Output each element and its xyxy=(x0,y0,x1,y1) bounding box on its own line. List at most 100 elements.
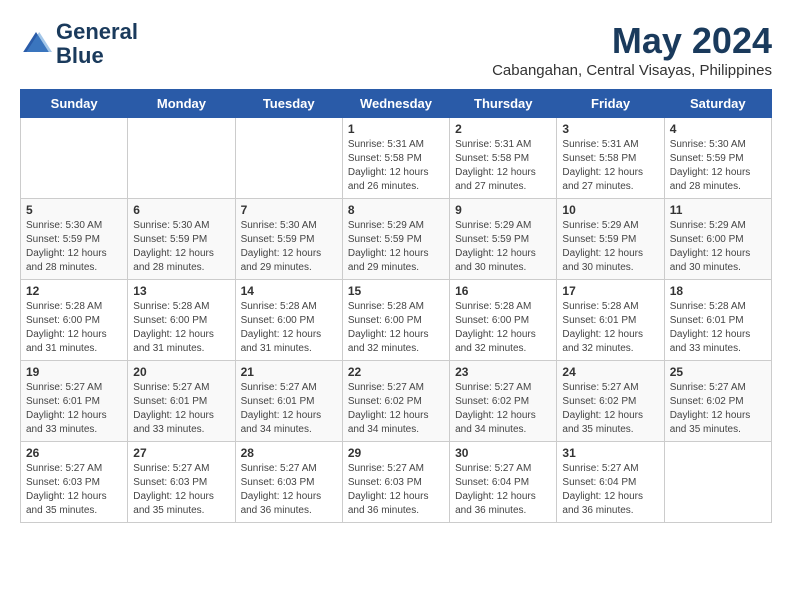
day-info: Sunrise: 5:31 AMSunset: 5:58 PMDaylight:… xyxy=(348,138,444,194)
calendar-cell: 19 Sunrise: 5:27 AMSunset: 6:01 PMDayligh… xyxy=(21,361,128,442)
calendar-cell: 29 Sunrise: 5:27 AMSunset: 6:03 PMDayligh… xyxy=(342,442,449,523)
calendar-cell: 11 Sunrise: 5:29 AMSunset: 6:00 PMDayligh… xyxy=(664,199,771,280)
day-number: 24 xyxy=(562,365,658,379)
day-number: 25 xyxy=(670,365,766,379)
logo: General Blue xyxy=(20,20,138,68)
col-header-saturday: Saturday xyxy=(664,90,771,118)
day-number: 23 xyxy=(455,365,551,379)
calendar-cell: 15Sunrise: 5:28 AMSunset: 6:00 PMDayligh… xyxy=(342,280,449,361)
day-number: 19 xyxy=(26,365,122,379)
calendar-cell xyxy=(128,118,235,199)
day-info: Sunrise: 5:31 AMSunset: 5:58 PMDaylight:… xyxy=(562,138,658,194)
day-number: 14 xyxy=(241,284,337,298)
calendar-cell xyxy=(21,118,128,199)
day-number: 5 xyxy=(26,203,122,217)
day-info: Sunrise: 5:28 AMSunset: 6:00 PMDaylight:… xyxy=(26,300,122,356)
day-number: 30 xyxy=(455,446,551,460)
day-number: 28 xyxy=(241,446,337,460)
calendar-cell: 30Sunrise: 5:27 AMSunset: 6:04 PMDayligh… xyxy=(450,442,557,523)
day-number: 8 xyxy=(348,203,444,217)
col-header-thursday: Thursday xyxy=(450,90,557,118)
calendar-week-5: 26 Sunrise: 5:27 AMSunset: 6:03 PMDayligh… xyxy=(21,442,772,523)
day-info: Sunrise: 5:31 AMSunset: 5:58 PMDaylight:… xyxy=(455,138,551,194)
day-number: 22 xyxy=(348,365,444,379)
calendar-cell: 18Sunrise: 5:28 AMSunset: 6:01 PMDayligh… xyxy=(664,280,771,361)
day-info: Sunrise: 5:27 AMSunset: 6:02 PMDaylight:… xyxy=(455,381,551,437)
day-info: Sunrise: 5:27 AMSunset: 6:02 PMDaylight:… xyxy=(562,381,658,437)
day-number: 17 xyxy=(562,284,658,298)
day-number: 3 xyxy=(562,122,658,136)
page-subtitle: Cabangahan, Central Visayas, Philippines xyxy=(492,62,772,79)
calendar-cell: 3 Sunrise: 5:31 AMSunset: 5:58 PMDaylight… xyxy=(557,118,664,199)
day-info: Sunrise: 5:30 AMSunset: 5:59 PMDaylight:… xyxy=(241,219,337,275)
calendar-week-2: 5 Sunrise: 5:30 AMSunset: 5:59 PMDaylight… xyxy=(21,199,772,280)
day-info: Sunrise: 5:28 AMSunset: 6:00 PMDaylight:… xyxy=(133,300,229,356)
day-number: 26 xyxy=(26,446,122,460)
calendar-cell: 21 Sunrise: 5:27 AMSunset: 6:01 PMDayligh… xyxy=(235,361,342,442)
col-header-monday: Monday xyxy=(128,90,235,118)
day-number: 11 xyxy=(670,203,766,217)
day-number: 20 xyxy=(133,365,229,379)
calendar-cell: 20 Sunrise: 5:27 AMSunset: 6:01 PMDayligh… xyxy=(128,361,235,442)
calendar-cell: 13 Sunrise: 5:28 AMSunset: 6:00 PMDayligh… xyxy=(128,280,235,361)
col-header-sunday: Sunday xyxy=(21,90,128,118)
calendar-cell: 26 Sunrise: 5:27 AMSunset: 6:03 PMDayligh… xyxy=(21,442,128,523)
page-title: May 2024 xyxy=(492,20,772,62)
col-header-tuesday: Tuesday xyxy=(235,90,342,118)
day-number: 6 xyxy=(133,203,229,217)
page-header: General Blue May 2024 Cabangahan, Centra… xyxy=(20,20,772,79)
day-info: Sunrise: 5:27 AMSunset: 6:03 PMDaylight:… xyxy=(348,462,444,518)
day-info: Sunrise: 5:30 AMSunset: 5:59 PMDaylight:… xyxy=(26,219,122,275)
col-header-friday: Friday xyxy=(557,90,664,118)
day-number: 12 xyxy=(26,284,122,298)
calendar-week-3: 12 Sunrise: 5:28 AMSunset: 6:00 PMDayligh… xyxy=(21,280,772,361)
calendar-cell: 27 Sunrise: 5:27 AMSunset: 6:03 PMDayligh… xyxy=(128,442,235,523)
calendar-cell: 5 Sunrise: 5:30 AMSunset: 5:59 PMDaylight… xyxy=(21,199,128,280)
logo-text: General Blue xyxy=(56,20,138,68)
calendar-cell: 8Sunrise: 5:29 AMSunset: 5:59 PMDaylight… xyxy=(342,199,449,280)
calendar-cell: 16 Sunrise: 5:28 AMSunset: 6:00 PMDayligh… xyxy=(450,280,557,361)
calendar-cell: 24 Sunrise: 5:27 AMSunset: 6:02 PMDayligh… xyxy=(557,361,664,442)
day-number: 27 xyxy=(133,446,229,460)
calendar-cell: 7Sunrise: 5:30 AMSunset: 5:59 PMDaylight… xyxy=(235,199,342,280)
calendar-cell: 31Sunrise: 5:27 AMSunset: 6:04 PMDayligh… xyxy=(557,442,664,523)
logo-icon xyxy=(20,28,52,60)
day-info: Sunrise: 5:27 AMSunset: 6:03 PMDaylight:… xyxy=(26,462,122,518)
day-number: 18 xyxy=(670,284,766,298)
title-area: May 2024 Cabangahan, Central Visayas, Ph… xyxy=(492,20,772,79)
day-number: 29 xyxy=(348,446,444,460)
day-number: 13 xyxy=(133,284,229,298)
day-info: Sunrise: 5:28 AMSunset: 6:00 PMDaylight:… xyxy=(241,300,337,356)
calendar-table: SundayMondayTuesdayWednesdayThursdayFrid… xyxy=(20,89,772,523)
calendar-cell: 14 Sunrise: 5:28 AMSunset: 6:00 PMDayligh… xyxy=(235,280,342,361)
calendar-week-1: 1 Sunrise: 5:31 AMSunset: 5:58 PMDaylight… xyxy=(21,118,772,199)
calendar-cell: 17 Sunrise: 5:28 AMSunset: 6:01 PMDayligh… xyxy=(557,280,664,361)
day-number: 9 xyxy=(455,203,551,217)
calendar-cell: 25 Sunrise: 5:27 AMSunset: 6:02 PMDayligh… xyxy=(664,361,771,442)
day-info: Sunrise: 5:29 AMSunset: 5:59 PMDaylight:… xyxy=(455,219,551,275)
day-info: Sunrise: 5:30 AMSunset: 5:59 PMDaylight:… xyxy=(670,138,766,194)
day-info: Sunrise: 5:27 AMSunset: 6:03 PMDaylight:… xyxy=(133,462,229,518)
day-number: 4 xyxy=(670,122,766,136)
day-info: Sunrise: 5:29 AMSunset: 5:59 PMDaylight:… xyxy=(562,219,658,275)
day-number: 16 xyxy=(455,284,551,298)
calendar-cell: 12 Sunrise: 5:28 AMSunset: 6:00 PMDayligh… xyxy=(21,280,128,361)
calendar-header-row: SundayMondayTuesdayWednesdayThursdayFrid… xyxy=(21,90,772,118)
day-number: 1 xyxy=(348,122,444,136)
day-info: Sunrise: 5:27 AMSunset: 6:01 PMDaylight:… xyxy=(26,381,122,437)
day-info: Sunrise: 5:27 AMSunset: 6:01 PMDaylight:… xyxy=(241,381,337,437)
day-info: Sunrise: 5:27 AMSunset: 6:01 PMDaylight:… xyxy=(133,381,229,437)
day-info: Sunrise: 5:28 AMSunset: 6:01 PMDaylight:… xyxy=(562,300,658,356)
calendar-cell: 1 Sunrise: 5:31 AMSunset: 5:58 PMDaylight… xyxy=(342,118,449,199)
day-number: 2 xyxy=(455,122,551,136)
calendar-cell xyxy=(664,442,771,523)
day-info: Sunrise: 5:27 AMSunset: 6:04 PMDaylight:… xyxy=(562,462,658,518)
day-number: 21 xyxy=(241,365,337,379)
calendar-cell: 10Sunrise: 5:29 AMSunset: 5:59 PMDayligh… xyxy=(557,199,664,280)
day-info: Sunrise: 5:27 AMSunset: 6:03 PMDaylight:… xyxy=(241,462,337,518)
day-info: Sunrise: 5:28 AMSunset: 6:00 PMDaylight:… xyxy=(455,300,551,356)
day-info: Sunrise: 5:27 AMSunset: 6:02 PMDaylight:… xyxy=(348,381,444,437)
day-info: Sunrise: 5:27 AMSunset: 6:02 PMDaylight:… xyxy=(670,381,766,437)
calendar-cell: 22 Sunrise: 5:27 AMSunset: 6:02 PMDayligh… xyxy=(342,361,449,442)
day-info: Sunrise: 5:29 AMSunset: 6:00 PMDaylight:… xyxy=(670,219,766,275)
